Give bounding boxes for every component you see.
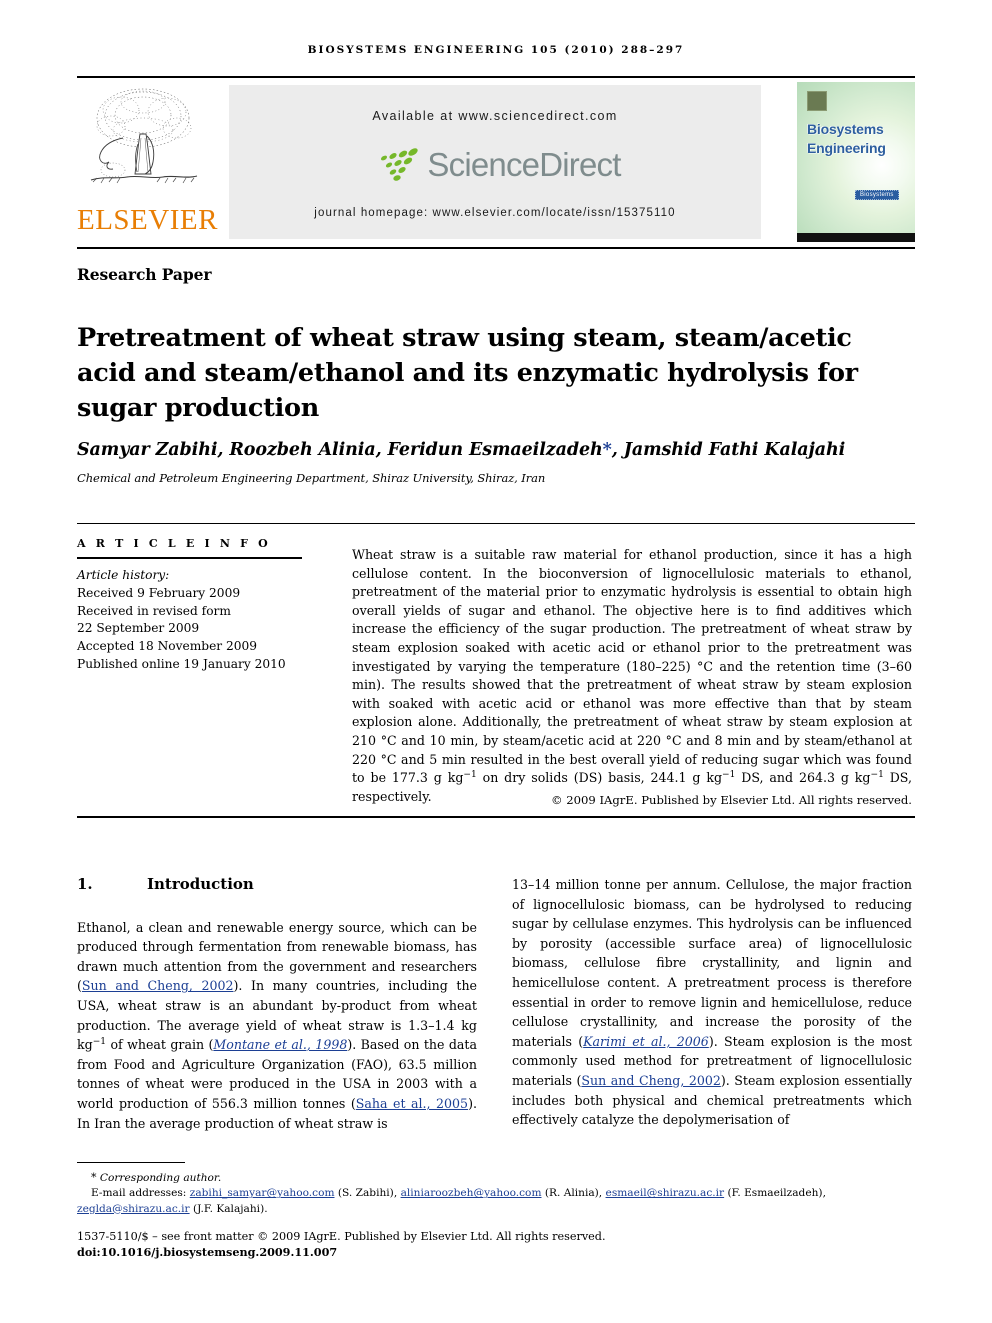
history-line: Accepted 18 November 2009 xyxy=(77,639,258,654)
abstract-text: Wheat straw is a suitable raw material f… xyxy=(352,546,912,806)
body-paragraph: Ethanol, a clean and renewable energy so… xyxy=(77,918,477,1134)
elsevier-tree-icon xyxy=(90,88,198,184)
available-at-text: Available at www.sciencedirect.com xyxy=(372,109,618,123)
doi-line: doi:10.1016/j.biosystemseng.2009.11.007 xyxy=(77,1245,338,1259)
abstract-part: Wheat straw is a suitable raw material f… xyxy=(352,547,912,786)
article-info-heading: A R T I C L E I N F O xyxy=(77,537,271,550)
cover-photo-icon xyxy=(807,91,827,111)
paper-type-label: Research Paper xyxy=(77,265,212,284)
abstract-sup: −1 xyxy=(463,769,477,780)
text-sup: −1 xyxy=(92,1036,107,1047)
abstract-sup: −1 xyxy=(722,769,736,780)
history-line: Received in revised form xyxy=(77,603,231,618)
history-label: Article history: xyxy=(77,568,170,582)
corresponding-author-text: Corresponding author. xyxy=(99,1172,222,1184)
section-title: Introduction xyxy=(147,875,254,893)
abstract-part: on dry solids (DS) basis, 244.1 g kg xyxy=(476,770,723,786)
journal-cover-thumbnail: Biosystems Engineering Biosystems xyxy=(797,82,915,242)
email-person: (F. Esmaeilzadeh) xyxy=(727,1187,823,1200)
paper-page: BIOSYSTEMS ENGINEERING 105 (2010) 288–29… xyxy=(0,0,992,1323)
abstract-bottom-rule xyxy=(77,816,915,818)
author-list: Samyar Zabihi, Roozbeh Alinia, Feridun E… xyxy=(77,440,887,460)
body-column-left: 1. Introduction Ethanol, a clean and ren… xyxy=(77,875,477,1133)
email-link[interactable]: zabihi_samyar@yahoo.com xyxy=(190,1187,335,1199)
masthead-top-rule xyxy=(77,76,915,78)
citation-link[interactable]: Karimi et al., 2006 xyxy=(583,1034,709,1049)
masthead-bottom-rule xyxy=(77,247,915,249)
email-link[interactable]: aliniaroozbeh@yahoo.com xyxy=(401,1187,542,1199)
sciencedirect-banner: Available at www.sciencedirect.com Scien… xyxy=(229,85,761,239)
text-run: of wheat grain ( xyxy=(106,1037,214,1053)
page-title: Pretreatment of wheat straw using steam,… xyxy=(77,323,858,424)
article-info-column: A R T I C L E I N F O Article history: R… xyxy=(77,537,307,674)
sciencedirect-wordmark: ScienceDirect xyxy=(427,146,621,183)
email-person: (S. Zabihi) xyxy=(337,1187,394,1200)
email-addresses-line: E-mail addresses: zabihi_samyar@yahoo.co… xyxy=(77,1187,826,1215)
running-head: BIOSYSTEMS ENGINEERING 105 (2010) 288–29… xyxy=(307,44,685,56)
abstract-part: DS, and 264.3 g kg xyxy=(735,770,871,786)
citation-link[interactable]: Montane et al., 1998 xyxy=(213,1037,347,1052)
section-number: 1. xyxy=(77,875,93,893)
sciencedirect-logo: ScienceDirect xyxy=(229,141,761,189)
journal-homepage-link[interactable]: journal homepage: www.elsevier.com/locat… xyxy=(229,207,761,219)
text-run: 13–14 million tonne per annum. Cellulose… xyxy=(512,877,912,1049)
citation-link[interactable]: Saha et al., 2005 xyxy=(356,1096,468,1111)
affiliation: Chemical and Petroleum Engineering Depar… xyxy=(77,471,546,485)
email-label: E-mail addresses: xyxy=(91,1187,187,1200)
email-link[interactable]: esmaeil@shirazu.ac.ir xyxy=(606,1187,725,1199)
footnote-rule xyxy=(77,1162,185,1163)
history-line: Published online 19 January 2010 xyxy=(77,656,286,671)
corresponding-author-marker[interactable]: * xyxy=(603,440,612,460)
elsevier-wordmark: ELSEVIER xyxy=(77,204,218,236)
corresponding-author-note: * Corresponding author. xyxy=(77,1170,917,1186)
body-column-right: 13–14 million tonne per annum. Cellulose… xyxy=(512,875,912,1130)
elsevier-logo: ELSEVIER xyxy=(77,82,218,242)
article-history: Article history: Received 9 February 200… xyxy=(77,567,307,674)
citation-link[interactable]: Sun and Cheng, 2002 xyxy=(581,1073,720,1088)
email-link[interactable]: zeglda@shirazu.ac.ir xyxy=(77,1203,190,1215)
history-line: Received 9 February 2009 xyxy=(77,585,241,600)
body-paragraph: 13–14 million tonne per annum. Cellulose… xyxy=(512,875,912,1130)
copyright-line: © 2009 IAgrE. Published by Elsevier Ltd.… xyxy=(550,793,912,807)
masthead: ELSEVIER Available at www.sciencedirect.… xyxy=(77,80,915,244)
sciencedirect-leaf-icon xyxy=(381,148,419,181)
asterisk-icon: * xyxy=(91,1171,97,1184)
history-line: 22 September 2009 xyxy=(77,621,200,636)
cover-title: Biosystems Engineering xyxy=(807,121,886,156)
article-info-rule xyxy=(77,557,302,559)
abstract-top-rule xyxy=(77,523,915,524)
footnote-block: * Corresponding author. E-mail addresses… xyxy=(77,1170,917,1217)
abstract-sup: −1 xyxy=(870,769,884,780)
author-names: Samyar Zabihi, Roozbeh Alinia, Feridun E… xyxy=(77,440,603,460)
author-names-tail: , Jamshid Fathi Kalajahi xyxy=(611,440,846,460)
cover-bottom-bar xyxy=(797,233,915,242)
cover-badge: Biosystems xyxy=(855,190,899,200)
email-person: (R. Alinia) xyxy=(544,1187,599,1200)
email-person: (J.F. Kalajahi) xyxy=(192,1202,265,1215)
front-matter-line: 1537-5110/$ – see front matter © 2009 IA… xyxy=(77,1230,606,1243)
citation-link[interactable]: Sun and Cheng, 2002 xyxy=(82,978,234,993)
section-heading-introduction: 1. Introduction xyxy=(77,875,477,895)
